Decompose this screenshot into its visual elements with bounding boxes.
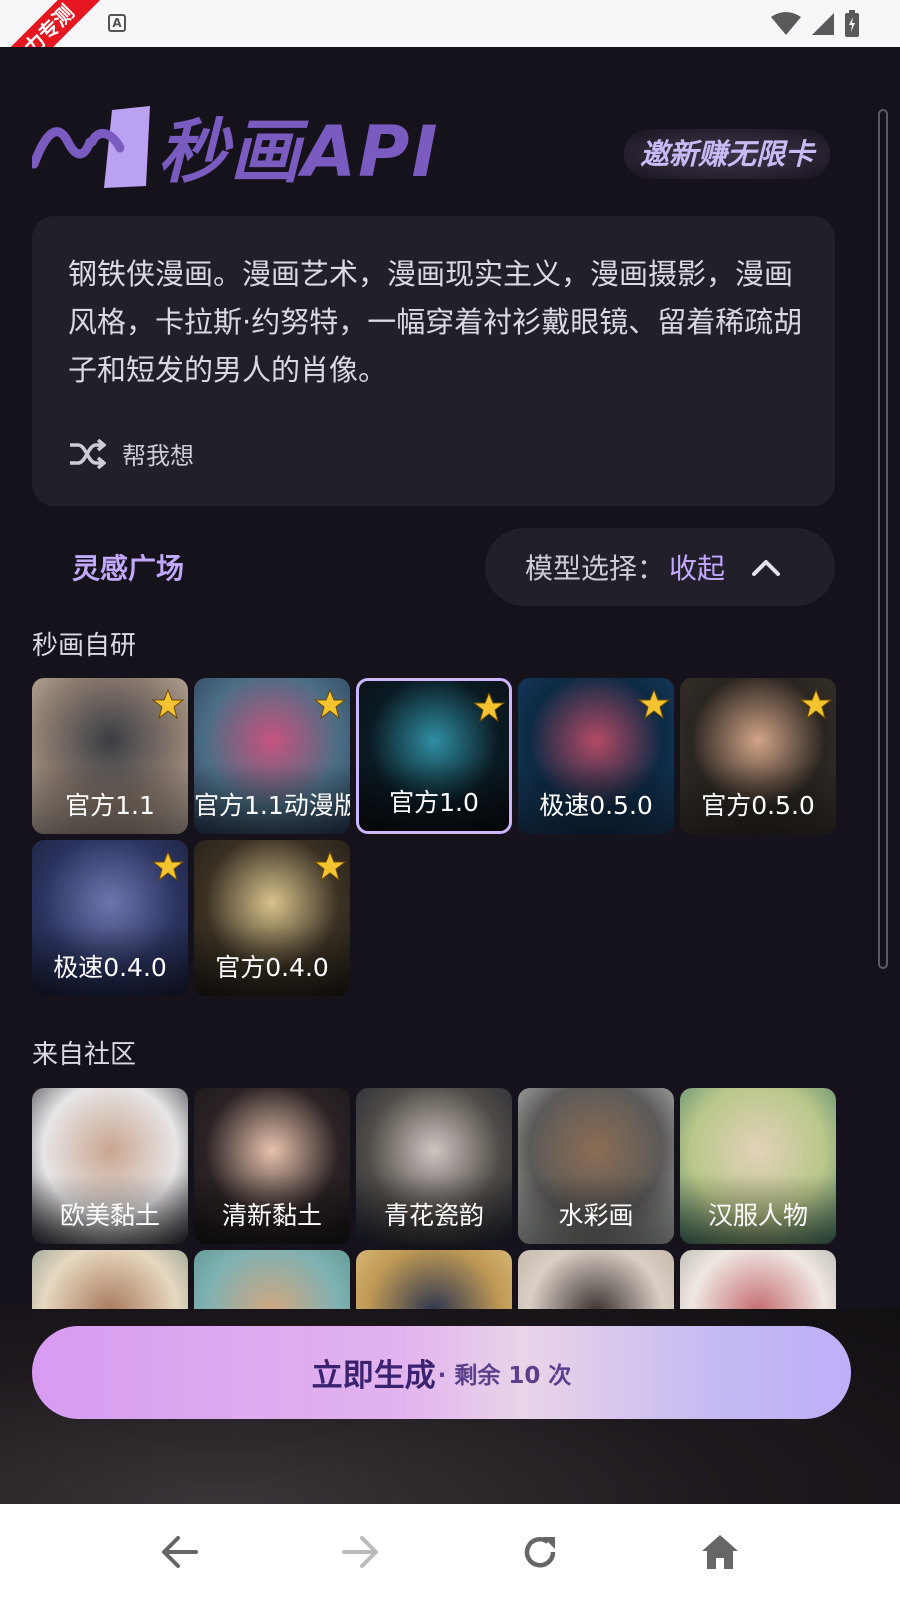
help-me-think-button[interactable]: 帮我想 <box>68 436 194 471</box>
model-select-label: 模型选择： <box>525 552 666 585</box>
invite-button[interactable]: 邀新赚无限卡 <box>623 129 830 179</box>
model-tile[interactable]: 官方1.0 <box>356 678 512 834</box>
model-name: 极速0.5.0 <box>539 791 653 820</box>
favorite-star[interactable] <box>313 688 347 724</box>
star-icon <box>799 688 833 720</box>
back-icon <box>162 1536 198 1568</box>
favorite-star[interactable] <box>637 688 671 724</box>
app-screen: 秒画API 邀新赚无限卡 钢铁侠漫画。漫画艺术，漫画现实主义，漫画摄影，漫画风格… <box>0 47 900 1504</box>
favorite-star[interactable] <box>151 688 185 724</box>
model-tile[interactable]: 清新黏土 <box>194 1088 350 1244</box>
signal-icon <box>812 13 834 35</box>
model-tile[interactable]: 官方0.5.0 <box>680 678 836 834</box>
status-bar: 圣力专测 A <box>0 0 900 105</box>
inspiration-square-link[interactable]: 灵感广场 <box>72 547 184 587</box>
model-name: 青花瓷韵 <box>383 1201 484 1230</box>
generate-label: 立即生成 <box>311 1358 436 1394</box>
logo: 秒画API <box>32 99 440 194</box>
logo-text: 秒画API <box>158 111 440 193</box>
generate-button[interactable]: 立即生成 · 剩余 10 次 <box>32 1326 851 1419</box>
browser-nav-bar <box>0 1504 900 1600</box>
model-select-toggle[interactable]: 模型选择： 收起 <box>485 528 835 606</box>
model-tile[interactable]: 水彩画 <box>518 1088 674 1244</box>
official-section-title: 秒画自研 <box>32 631 137 661</box>
accessibility-icon: A <box>108 14 126 32</box>
official-model-grid: 官方1.1 官方1.1动漫版 官方1.0 极速0.5.0 官方0.5.0 极速0.4.0 官… <box>32 678 836 996</box>
model-name: 水彩画 <box>558 1201 634 1230</box>
model-name: 清新黏土 <box>221 1201 322 1230</box>
home-icon <box>702 1535 738 1569</box>
model-tile[interactable]: 欧美黏土 <box>32 1088 188 1244</box>
model-name: 欧美黏土 <box>59 1201 160 1230</box>
community-section-title: 来自社区 <box>32 1040 137 1070</box>
model-name: 官方0.5.0 <box>701 791 815 820</box>
forward-icon <box>342 1536 378 1568</box>
remaining-count: · 剩余 10 次 <box>437 1362 572 1389</box>
star-icon <box>313 688 347 720</box>
back-button[interactable] <box>150 1522 210 1582</box>
forward-button[interactable] <box>330 1522 390 1582</box>
shuffle-icon <box>70 438 106 469</box>
star-icon <box>313 850 347 882</box>
star-icon <box>151 688 185 720</box>
model-name: 官方1.0 <box>389 788 479 817</box>
model-tile[interactable]: 汉服人物 <box>680 1088 836 1244</box>
refresh-button[interactable] <box>510 1522 570 1582</box>
model-name: 极速0.4.0 <box>53 953 167 982</box>
favorite-star[interactable] <box>799 688 833 724</box>
wifi-icon <box>771 12 801 35</box>
star-icon <box>637 688 671 720</box>
battery-icon <box>845 10 859 37</box>
home-button[interactable] <box>690 1522 750 1582</box>
model-name: 官方1.1动漫版 <box>194 791 350 820</box>
favorite-star[interactable] <box>151 850 185 886</box>
model-tile[interactable]: 极速0.5.0 <box>518 678 674 834</box>
favorite-star[interactable] <box>313 850 347 886</box>
model-select-value: 收起 <box>669 552 726 585</box>
favorite-star[interactable] <box>472 691 506 727</box>
model-tile[interactable]: 官方1.1 <box>32 678 188 834</box>
star-icon <box>151 850 185 882</box>
model-tile[interactable]: 官方0.4.0 <box>194 840 350 996</box>
model-name: 官方1.1 <box>65 791 155 820</box>
model-tile[interactable]: 青花瓷韵 <box>356 1088 512 1244</box>
model-name: 汉服人物 <box>707 1201 808 1230</box>
scrollbar[interactable] <box>878 109 888 969</box>
help-label: 帮我想 <box>122 442 194 470</box>
chevron-up-icon <box>752 560 781 576</box>
model-name: 官方0.4.0 <box>215 953 329 982</box>
prompt-card[interactable]: 钢铁侠漫画。漫画艺术，漫画现实主义，漫画摄影，漫画风格，卡拉斯·约努特，一幅穿着… <box>32 216 835 506</box>
model-tile[interactable]: 极速0.4.0 <box>32 840 188 996</box>
star-icon <box>472 691 506 723</box>
logo-mark-icon <box>32 105 150 188</box>
model-tile[interactable]: 官方1.1动漫版 <box>194 678 350 834</box>
prompt-text[interactable]: 钢铁侠漫画。漫画艺术，漫画现实主义，漫画摄影，漫画风格，卡拉斯·约努特，一幅穿着… <box>68 250 808 394</box>
refresh-icon <box>524 1537 556 1568</box>
